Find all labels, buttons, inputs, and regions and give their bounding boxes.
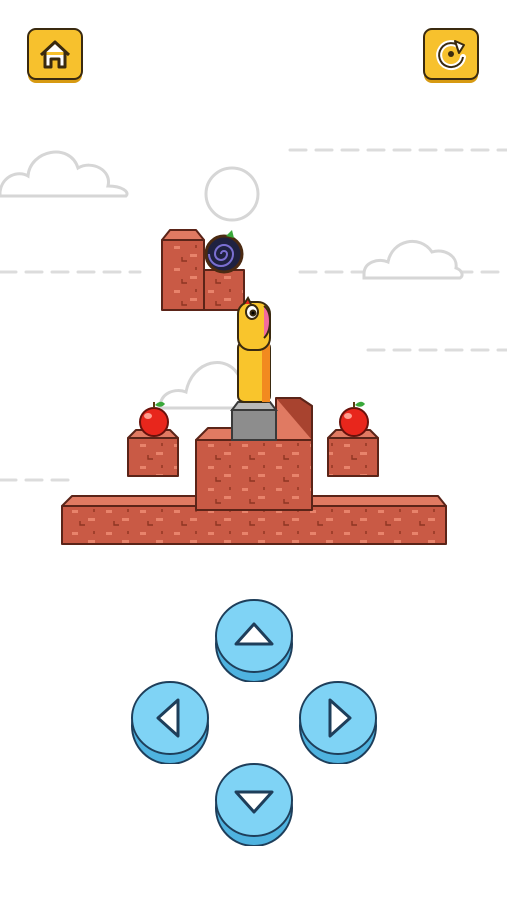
move-left-button[interactable] xyxy=(130,680,210,764)
move-down-button[interactable] xyxy=(214,762,294,846)
move-right-button[interactable] xyxy=(298,680,378,764)
home-button[interactable] xyxy=(26,27,84,85)
restart-button[interactable] xyxy=(422,27,480,85)
move-up-button[interactable] xyxy=(214,598,294,682)
game-stage xyxy=(0,0,507,900)
cloud-shapes xyxy=(0,150,464,410)
